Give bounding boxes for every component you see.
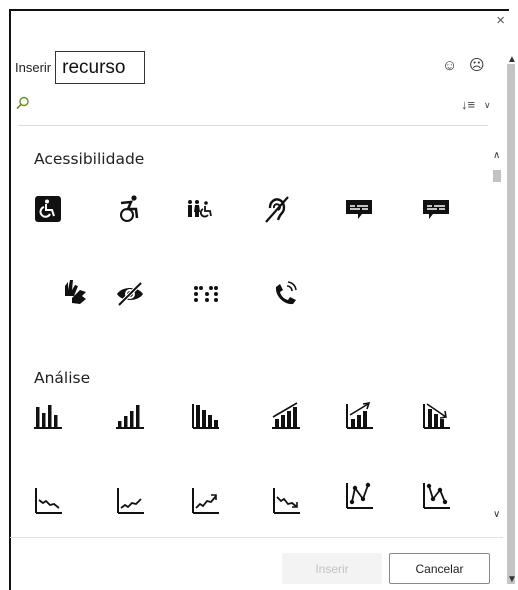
hearing-impaired-icon[interactable]: [261, 194, 291, 224]
bar-chart-upward-trend-icon[interactable]: [271, 401, 301, 431]
outer-scroll-up-icon[interactable]: ▲: [507, 55, 517, 65]
outer-scrollbar[interactable]: [503, 40, 518, 590]
outer-scroll-down-icon[interactable]: ▼: [507, 575, 517, 585]
line-chart-downward-icon[interactable]: [33, 486, 63, 516]
low-vision-icon[interactable]: [115, 279, 145, 309]
volume-control-telephone-icon[interactable]: [271, 279, 301, 309]
category-title-analysis: Análise: [34, 369, 91, 387]
sign-language-icon[interactable]: [60, 276, 90, 306]
bar-chart-descending-icon[interactable]: [190, 401, 220, 431]
line-chart-upward-arrow-icon[interactable]: [190, 486, 220, 516]
frown-feedback-icon[interactable]: ☹: [469, 58, 485, 73]
bar-chart-upward-arrow-icon[interactable]: [344, 401, 374, 431]
braille-icon[interactable]: [192, 283, 222, 313]
bar-chart-icon[interactable]: [33, 401, 63, 431]
gallery-scroll-up-icon[interactable]: ∧: [493, 151, 500, 161]
gallery-scrollbar-thumb[interactable]: [493, 170, 501, 182]
search-icon: [16, 96, 30, 115]
line-chart-upward-icon[interactable]: [115, 486, 145, 516]
wheelchair-box-icon[interactable]: [33, 194, 63, 224]
search-row: Inserir recurso: [15, 49, 146, 85]
bar-chart-downward-arrow-icon[interactable]: [421, 401, 451, 431]
line-chart-points-up-icon[interactable]: [344, 481, 374, 511]
bar-chart-ascending-icon[interactable]: [115, 401, 145, 431]
family-accessibility-icon[interactable]: [185, 194, 215, 224]
outer-scrollbar-thumb[interactable]: [507, 64, 515, 584]
active-wheelchair-icon[interactable]: [115, 194, 145, 224]
chevron-down-icon[interactable]: ∨: [484, 100, 491, 111]
icon-gallery: Acessibilidade Análise: [18, 136, 489, 536]
search-input[interactable]: recurso: [55, 50, 146, 84]
insert-button[interactable]: Inserir: [282, 553, 382, 584]
divider: [18, 125, 488, 126]
sort-icon[interactable]: ↓≡: [461, 97, 475, 112]
closed-captions-icon[interactable]: [344, 194, 374, 224]
footer-divider: [10, 537, 503, 538]
cancel-button[interactable]: Cancelar: [389, 553, 490, 584]
smile-feedback-icon[interactable]: ☺: [442, 58, 457, 73]
captions-icon[interactable]: [421, 194, 451, 224]
line-chart-points-down-icon[interactable]: [421, 481, 451, 511]
close-icon[interactable]: ×: [496, 13, 505, 28]
gallery-scroll-down-icon[interactable]: ∨: [493, 510, 500, 520]
gallery-scrollbar[interactable]: [490, 144, 504, 524]
insert-label: Inserir: [15, 59, 52, 75]
category-title-accessibility: Acessibilidade: [34, 150, 145, 168]
line-chart-downward-arrow-icon[interactable]: [271, 486, 301, 516]
